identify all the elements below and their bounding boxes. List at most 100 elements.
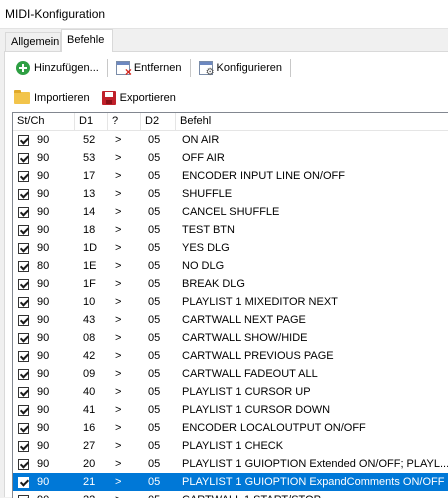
configure-button[interactable]: Konfigurieren [195, 57, 286, 79]
remove-button-label: Entfernen [134, 62, 182, 74]
table-header: St/Ch D1 ? D2 Befehl [13, 113, 448, 131]
toolbar-separator [190, 59, 191, 77]
import-button[interactable]: Importieren [10, 87, 94, 109]
row-checkbox[interactable] [18, 315, 29, 326]
row-checkbox[interactable] [18, 279, 29, 290]
cell-stch: 90 [13, 275, 75, 293]
table-row[interactable]: 9008>05CARTWALL SHOW/HIDE [13, 329, 448, 347]
cell-stch-value: 90 [37, 221, 49, 239]
table-row[interactable]: 9052>05ON AIR [13, 131, 448, 149]
table-row[interactable]: 9040>05PLAYLIST 1 CURSOR UP [13, 383, 448, 401]
cell-d1: 16 [75, 419, 108, 437]
table-row[interactable]: 9021>05PLAYLIST 1 GUIOPTION ExpandCommen… [13, 473, 448, 491]
cell-command: PLAYLIST 1 CURSOR DOWN [176, 401, 448, 419]
column-header-befehl[interactable]: Befehl [176, 113, 448, 130]
table-row[interactable]: 9053>05OFF AIR [13, 149, 448, 167]
cell-stch-value: 90 [37, 347, 49, 365]
table-row[interactable]: 901F>05BREAK DLG [13, 275, 448, 293]
table-row[interactable]: 9043>05CARTWALL NEXT PAGE [13, 311, 448, 329]
remove-button[interactable]: Entfernen [112, 57, 186, 79]
save-icon [102, 91, 116, 105]
cell-d1: 1F [75, 275, 108, 293]
cell-stch: 80 [13, 257, 75, 275]
cell-d1: 20 [75, 455, 108, 473]
cell-d2: 05 [141, 401, 176, 419]
table-row[interactable]: 9027>05PLAYLIST 1 CHECK [13, 437, 448, 455]
row-checkbox[interactable] [18, 261, 29, 272]
row-checkbox[interactable] [18, 225, 29, 236]
cell-command: PLAYLIST 1 MIXEDITOR NEXT [176, 293, 448, 311]
toolbar-separator [290, 59, 291, 77]
cell-operator: > [108, 185, 141, 203]
column-header-question[interactable]: ? [108, 113, 141, 130]
table-row[interactable]: 801E>05NO DLG [13, 257, 448, 275]
column-header-d1[interactable]: D1 [75, 113, 108, 130]
row-checkbox[interactable] [18, 243, 29, 254]
table-row[interactable]: 9042>05CARTWALL PREVIOUS PAGE [13, 347, 448, 365]
cell-d1: 52 [75, 131, 108, 149]
cell-operator: > [108, 203, 141, 221]
column-header-d2[interactable]: D2 [141, 113, 176, 130]
cell-d2: 05 [141, 185, 176, 203]
row-checkbox[interactable] [18, 171, 29, 182]
cell-d2: 05 [141, 293, 176, 311]
table-row[interactable]: 9018>05TEST BTN [13, 221, 448, 239]
row-checkbox[interactable] [18, 189, 29, 200]
row-checkbox[interactable] [18, 153, 29, 164]
row-checkbox[interactable] [18, 207, 29, 218]
cell-d2: 05 [141, 419, 176, 437]
table-row[interactable]: 9009>05CARTWALL FADEOUT ALL [13, 365, 448, 383]
cell-command: TEST BTN [176, 221, 448, 239]
cell-operator: > [108, 473, 141, 491]
table-row[interactable]: 9017>05ENCODER INPUT LINE ON/OFF [13, 167, 448, 185]
cell-command: ENCODER INPUT LINE ON/OFF [176, 167, 448, 185]
tab-allgemein[interactable]: Allgemein [5, 32, 61, 51]
cell-stch-value: 90 [37, 293, 49, 311]
cell-d1: 1E [75, 257, 108, 275]
row-checkbox[interactable] [18, 423, 29, 434]
table-row[interactable]: 9020>05PLAYLIST 1 GUIOPTION Extended ON/… [13, 455, 448, 473]
row-checkbox[interactable] [18, 477, 29, 488]
cell-d2: 05 [141, 257, 176, 275]
table-body: 9052>05ON AIR9053>05OFF AIR9017>05ENCODE… [13, 131, 448, 498]
row-checkbox[interactable] [18, 441, 29, 452]
table-row[interactable]: 9014>05CANCEL SHUFFLE [13, 203, 448, 221]
tab-befehle[interactable]: Befehle [61, 29, 113, 52]
table-row[interactable]: 9016>05ENCODER LOCALOUTPUT ON/OFF [13, 419, 448, 437]
export-button[interactable]: Exportieren [98, 87, 180, 109]
row-checkbox[interactable] [18, 459, 29, 470]
column-header-stch[interactable]: St/Ch [13, 113, 75, 130]
cell-command: PLAYLIST 1 CHECK [176, 437, 448, 455]
row-checkbox[interactable] [18, 135, 29, 146]
cell-d1: 17 [75, 167, 108, 185]
row-checkbox[interactable] [18, 369, 29, 380]
cell-operator: > [108, 329, 141, 347]
row-checkbox[interactable] [18, 351, 29, 362]
table-row[interactable]: 901D>05YES DLG [13, 239, 448, 257]
cell-operator: > [108, 365, 141, 383]
row-checkbox[interactable] [18, 333, 29, 344]
cell-command: CARTWALL PREVIOUS PAGE [176, 347, 448, 365]
cell-d1: 09 [75, 365, 108, 383]
table-row[interactable]: 9013>05SHUFFLE [13, 185, 448, 203]
table-row[interactable]: 9010>05PLAYLIST 1 MIXEDITOR NEXT [13, 293, 448, 311]
cell-d1: 27 [75, 437, 108, 455]
table-row[interactable]: 9041>05PLAYLIST 1 CURSOR DOWN [13, 401, 448, 419]
cell-stch-value: 90 [37, 131, 49, 149]
cell-d1: 40 [75, 383, 108, 401]
cell-stch-value: 90 [37, 419, 49, 437]
row-checkbox[interactable] [18, 405, 29, 416]
cell-d2: 05 [141, 275, 176, 293]
row-checkbox[interactable] [18, 297, 29, 308]
cell-d2: 05 [141, 221, 176, 239]
cell-d1: 10 [75, 293, 108, 311]
row-checkbox[interactable] [18, 495, 29, 498]
row-checkbox[interactable] [18, 387, 29, 398]
cell-operator: > [108, 221, 141, 239]
cell-d1: 43 [75, 311, 108, 329]
cell-operator: > [108, 455, 141, 473]
cell-command: PLAYLIST 1 GUIOPTION Extended ON/OFF; PL… [176, 455, 448, 473]
cell-d1: 13 [75, 185, 108, 203]
add-button[interactable]: Hinzufügen... [12, 57, 103, 79]
cell-stch-value: 90 [37, 455, 49, 473]
